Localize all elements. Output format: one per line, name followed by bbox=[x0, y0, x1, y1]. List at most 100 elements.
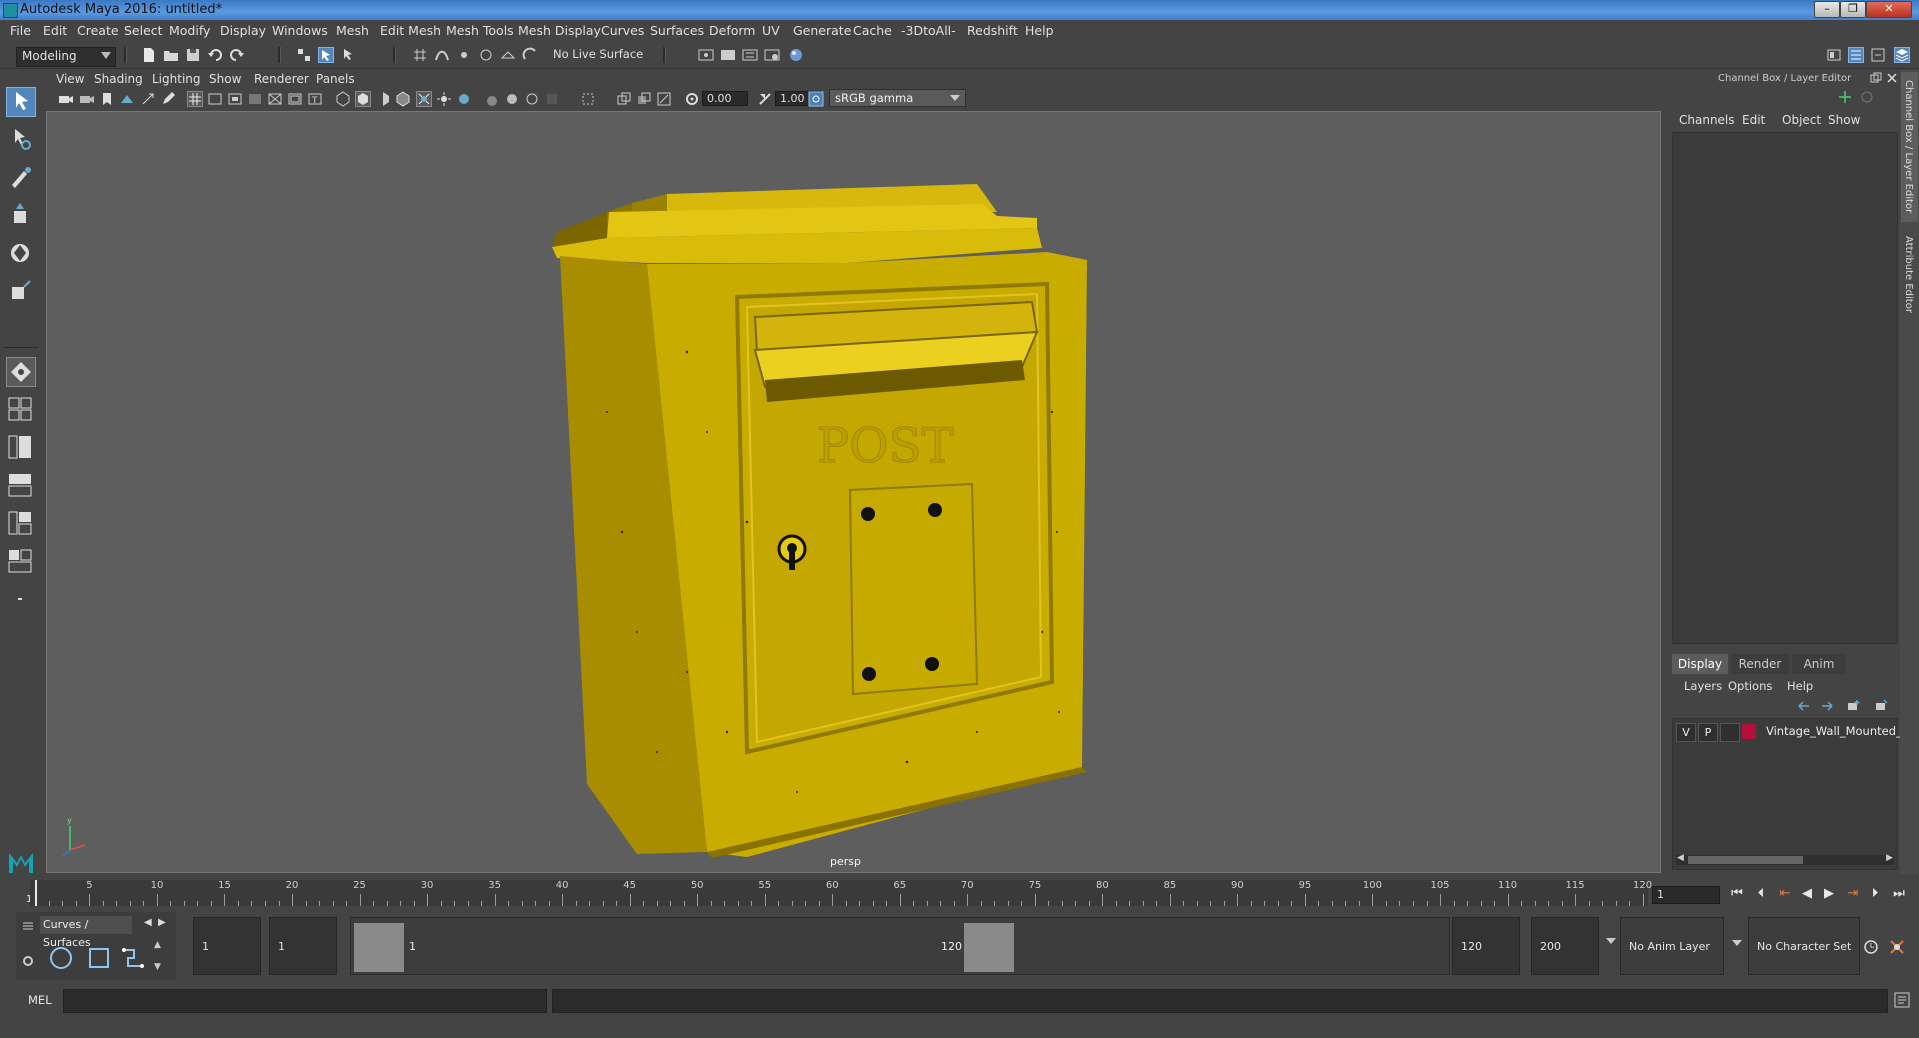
rotate-tool[interactable] bbox=[6, 239, 36, 269]
select-by-component-icon[interactable] bbox=[340, 47, 356, 63]
snap-to-projected-center-icon[interactable] bbox=[478, 47, 494, 63]
layer-visibility-toggle[interactable]: V bbox=[1676, 723, 1696, 742]
menu-mesh-display[interactable]: Mesh Display bbox=[518, 23, 601, 38]
render-frame-icon[interactable] bbox=[698, 47, 714, 63]
go-to-start-icon[interactable]: ⏮ bbox=[1728, 885, 1746, 903]
range-start-handle[interactable] bbox=[354, 923, 404, 972]
menu-create[interactable]: Create bbox=[77, 23, 119, 38]
snap-to-grid-icon[interactable] bbox=[412, 47, 428, 63]
xray-icon[interactable] bbox=[616, 91, 632, 107]
menu-edit[interactable]: Edit bbox=[43, 23, 67, 38]
tab-render[interactable]: Render bbox=[1731, 654, 1789, 674]
attribute-editor-side-tab[interactable]: Attribute Editor bbox=[1901, 228, 1918, 328]
range-end-handle[interactable] bbox=[964, 923, 1014, 972]
animation-preferences-icon[interactable] bbox=[1888, 938, 1906, 956]
isolate-select-icon[interactable] bbox=[580, 91, 596, 107]
modeling-toolkit-icon[interactable] bbox=[1826, 47, 1842, 63]
snap-to-curve-icon[interactable] bbox=[434, 47, 450, 63]
animation-end-field[interactable]: 200 bbox=[1531, 917, 1599, 975]
go-to-end-icon[interactable]: ⏭ bbox=[1890, 885, 1908, 903]
gamma-reset-icon[interactable] bbox=[757, 91, 773, 107]
shelf-tab-next-icon[interactable]: ▶ bbox=[158, 917, 166, 928]
speed-icon[interactable] bbox=[1860, 90, 1874, 104]
hypershade-persp-layout-button[interactable] bbox=[6, 509, 36, 539]
range-slider[interactable]: 1 120 bbox=[350, 917, 1450, 975]
safe-action-icon[interactable] bbox=[287, 91, 303, 107]
grid-toggle-icon[interactable] bbox=[187, 91, 203, 107]
channels-menu[interactable]: Channels bbox=[1679, 113, 1735, 127]
tab-display[interactable]: Display bbox=[1672, 654, 1728, 674]
step-forward-key-icon[interactable]: ⇥ bbox=[1844, 885, 1862, 903]
select-by-object-icon[interactable] bbox=[318, 47, 334, 63]
chevron-down-icon[interactable] bbox=[1732, 940, 1742, 946]
persp-graph-layout-button[interactable] bbox=[6, 471, 36, 501]
motion-blur-icon[interactable] bbox=[504, 91, 520, 107]
channel-edit-menu[interactable]: Edit bbox=[1742, 113, 1765, 127]
maximize-button[interactable]: ❐ bbox=[1840, 1, 1866, 18]
character-set-dropdown[interactable]: No Character Set bbox=[1748, 917, 1860, 975]
select-camera-icon[interactable] bbox=[58, 91, 74, 107]
menu-windows[interactable]: Windows bbox=[272, 23, 328, 38]
default-material-icon[interactable] bbox=[375, 91, 391, 107]
play-backwards-icon[interactable]: ◀ bbox=[1798, 885, 1816, 903]
layer-row[interactable]: V P Vintage_Wall_Mounted_ bbox=[1676, 723, 1902, 742]
textured-icon[interactable] bbox=[416, 91, 432, 107]
screen-space-ao-icon[interactable] bbox=[484, 91, 500, 107]
multisample-aa-icon[interactable] bbox=[524, 91, 540, 107]
shelf-tab-curves-surfaces[interactable]: Curves / Surfaces bbox=[40, 916, 132, 949]
make-live-icon[interactable] bbox=[522, 47, 538, 63]
scrollbar-thumb[interactable] bbox=[1688, 856, 1803, 864]
nurbs-square-icon[interactable] bbox=[85, 944, 113, 972]
uv-editor-layout-button[interactable] bbox=[6, 547, 36, 577]
close-panel-icon[interactable] bbox=[1886, 72, 1898, 84]
use-all-lights-icon[interactable] bbox=[436, 91, 452, 107]
layer-name[interactable]: Vintage_Wall_Mounted_ bbox=[1766, 724, 1902, 738]
layer-color-swatch[interactable] bbox=[1742, 724, 1756, 739]
tab-anim[interactable]: Anim bbox=[1792, 654, 1846, 674]
wireframe-icon[interactable] bbox=[335, 91, 351, 107]
anim-layer-dropdown[interactable]: No Anim Layer bbox=[1620, 917, 1724, 975]
attribute-editor-toggle-icon[interactable] bbox=[1848, 47, 1864, 63]
layer-help-menu[interactable]: Help bbox=[1787, 679, 1813, 693]
layout-options-button[interactable] bbox=[6, 585, 36, 615]
bookmarks-icon[interactable] bbox=[99, 91, 115, 107]
snap-to-view-plane-icon[interactable] bbox=[500, 47, 516, 63]
perspective-viewport[interactable]: POST y bbox=[46, 111, 1661, 873]
exposure-reset-icon[interactable] bbox=[684, 91, 700, 107]
shelf-scroll-down-icon[interactable]: ▼ bbox=[154, 962, 161, 972]
channel-box-side-tab[interactable]: Channel Box / Layer Editor bbox=[1901, 72, 1918, 222]
xray-joints-icon[interactable] bbox=[656, 91, 672, 107]
viewport-menu-view[interactable]: View bbox=[56, 72, 84, 86]
menu-set-dropdown[interactable]: Modeling bbox=[16, 47, 116, 67]
ipr-render-icon[interactable] bbox=[742, 47, 758, 63]
new-scene-icon[interactable] bbox=[141, 47, 157, 63]
shadows-icon[interactable] bbox=[456, 91, 472, 107]
image-plane-icon[interactable] bbox=[119, 91, 135, 107]
current-time-indicator[interactable] bbox=[35, 880, 38, 906]
nurbs-circle-icon[interactable] bbox=[47, 944, 75, 972]
color-management-icon[interactable] bbox=[808, 91, 824, 107]
snap-to-point-icon[interactable] bbox=[456, 47, 472, 63]
menu-redshift[interactable]: Redshift bbox=[967, 23, 1018, 38]
move-layer-up-icon[interactable] bbox=[1797, 699, 1811, 713]
menu-curves[interactable]: Curves bbox=[601, 23, 644, 38]
step-back-key-icon[interactable]: ⇤ bbox=[1776, 885, 1794, 903]
mailbox-model[interactable]: POST bbox=[552, 184, 1087, 858]
four-view-layout-button[interactable] bbox=[6, 395, 36, 425]
shelf-tab-prev-icon[interactable]: ◀ bbox=[144, 917, 152, 928]
scroll-left-icon[interactable]: ◀ bbox=[1677, 853, 1684, 863]
viewport-menu-lighting[interactable]: Lighting bbox=[152, 72, 201, 86]
select-by-hierarchy-icon[interactable] bbox=[296, 47, 312, 63]
tool-settings-toggle-icon[interactable] bbox=[1870, 47, 1886, 63]
scale-tool[interactable] bbox=[6, 277, 36, 307]
channel-box-toggle-icon[interactable] bbox=[1894, 47, 1910, 63]
viewport-menu-renderer[interactable]: Renderer bbox=[254, 72, 309, 86]
step-back-frame-icon[interactable]: ⏴ bbox=[1752, 885, 1770, 903]
new-empty-layer-icon[interactable] bbox=[1846, 699, 1860, 713]
menu-help[interactable]: Help bbox=[1025, 23, 1054, 38]
persp-outliner-layout-button[interactable] bbox=[6, 433, 36, 463]
command-input[interactable] bbox=[63, 989, 547, 1013]
viewport-menu-shading[interactable]: Shading bbox=[94, 72, 143, 86]
manipulator-icon[interactable] bbox=[1838, 90, 1852, 104]
animation-start-field[interactable]: 1 bbox=[193, 917, 261, 975]
